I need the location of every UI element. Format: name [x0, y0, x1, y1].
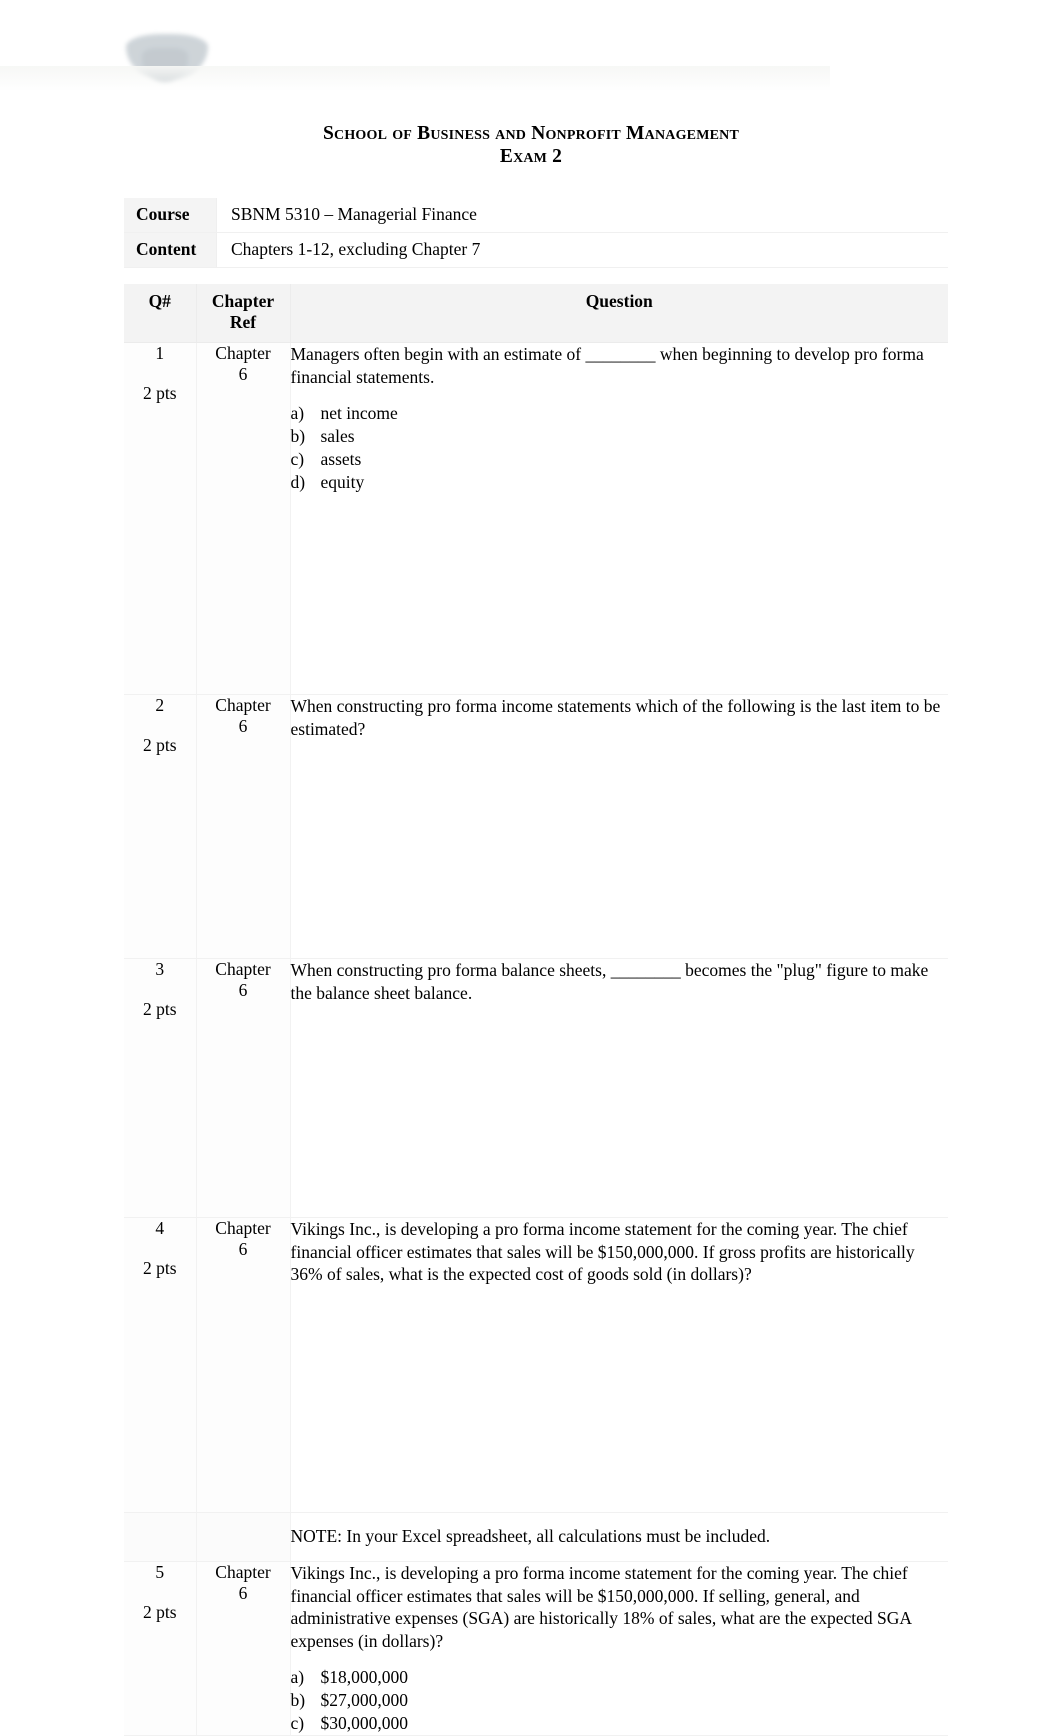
table-row: 32 pts Chapter 6 When constructing pro form… — [124, 958, 949, 1218]
question-points: 2 pts — [142, 999, 177, 1020]
option-marker: c) — [290, 1713, 305, 1734]
chapter-ref-line2: 6 — [238, 364, 248, 384]
cell-question-body: When constructing pro forma income state… — [290, 694, 949, 960]
cell-question-number: 2 2 pts — [124, 694, 197, 960]
header-question-number: Q# — [124, 284, 197, 343]
content-label: Content — [124, 232, 217, 268]
question-text: When constructing pro forma balance shee… — [290, 960, 929, 1004]
table-header-row: Q# Chapter Ref Question — [124, 284, 948, 343]
answer-space — [291, 1005, 949, 1217]
option-marker: a) — [290, 1666, 305, 1687]
chapter-ref-line1: Chapter — [215, 1561, 271, 1582]
option-text: assets — [320, 448, 362, 469]
answer-option[interactable]: a) $18,000,000 — [291, 1666, 949, 1689]
cell-question-number: 5 2 pts — [124, 1561, 197, 1736]
cell-question-number — [124, 1512, 197, 1562]
cell-chapter-ref: Chapter 6 — [196, 1217, 291, 1514]
option-marker: d) — [290, 471, 306, 492]
table-row: 12 pts Chapter 6 Managers often begin with … — [124, 342, 949, 695]
cell-question-number: 4 2 pts — [124, 1217, 197, 1514]
option-text: net income — [320, 402, 398, 423]
question-text: Vikings Inc., is developing a pro forma … — [290, 1218, 915, 1285]
question-text: NOTE: In your Excel spreadsheet, all cal… — [290, 1526, 771, 1547]
table-row: 52 pts Chapter 6 Vikings Inc., is developin… — [124, 1561, 949, 1736]
cell-question-body: When constructing pro forma balance shee… — [290, 958, 949, 1218]
chapter-ref-line2: 6 — [238, 1582, 248, 1603]
course-value: SBNM 5310 – Managerial Finance — [216, 198, 948, 233]
cell-chapter-ref: Chapter 6 — [196, 958, 291, 1218]
info-row-content: Content Chapters 1-12, excluding Chapter… — [124, 232, 948, 268]
questions-table: Q# Chapter Ref Question 12 pts Chapter 6 Ma… — [124, 284, 948, 1736]
chapter-ref-line1: Chapter — [215, 694, 271, 715]
question-points: 2 pts — [142, 734, 177, 755]
cell-question-body: Vikings Inc., is developing a pro forma … — [290, 1561, 949, 1736]
chapter-ref-line1: Chapter — [215, 1217, 271, 1238]
answer-space — [291, 740, 949, 958]
question-points: 2 pts — [142, 1601, 177, 1622]
answer-options: a) $18,000,000 b) $27,000,000 c) $30,000,000 — [291, 1666, 949, 1735]
info-row-course: Course SBNM 5310 – Managerial Finance — [124, 198, 948, 233]
question-number: 5 — [155, 1561, 165, 1582]
chapter-ref-line2: 6 — [238, 715, 248, 736]
table-row: 22 pts Chapter 6 When constructing pro form… — [124, 694, 949, 960]
chapter-ref-line1: Chapter — [215, 343, 271, 363]
cell-chapter-ref: Chapter 6 — [196, 342, 291, 695]
question-text: Managers often begin with an estimate of… — [290, 344, 924, 387]
exam-info-table: Course SBNM 5310 – Managerial Finance Co… — [124, 198, 948, 268]
note-row: NOTE: In your Excel spreadsheet, all cal… — [124, 1512, 948, 1562]
table-row: 42 pts Chapter 6 Vikings Inc., is developin… — [124, 1217, 949, 1514]
answer-option[interactable]: c) $30,000,000 — [291, 1712, 949, 1735]
cell-question-body: Vikings Inc., is developing a pro forma … — [290, 1217, 949, 1514]
option-marker: a) — [290, 402, 305, 423]
option-marker: c) — [290, 448, 305, 469]
cell-question-number: 1 2 pts — [124, 342, 197, 695]
question-number: 3 — [155, 959, 165, 980]
question-points: 2 pts — [142, 1257, 177, 1278]
question-text: Vikings Inc., is developing a pro forma … — [290, 1562, 912, 1652]
chapter-ref-line2: 6 — [238, 1238, 248, 1259]
answer-space — [291, 1286, 949, 1512]
chapter-ref-line2: 6 — [238, 980, 248, 1001]
answer-option[interactable]: d) equity — [291, 471, 949, 494]
chapter-ref-line1: Chapter — [215, 959, 271, 980]
option-text: $27,000,000 — [320, 1689, 409, 1710]
option-marker: b) — [290, 425, 306, 446]
cell-question-body: NOTE: In your Excel spreadsheet, all cal… — [290, 1512, 948, 1562]
question-number: 2 — [155, 694, 165, 715]
cell-chapter-ref: Chapter 6 — [196, 1561, 291, 1736]
answer-option[interactable]: c) assets — [291, 448, 949, 471]
question-number: 4 — [155, 1217, 165, 1238]
header-band — [0, 66, 830, 90]
header-chapter-ref-line1: Chapter — [211, 291, 275, 311]
page-title: School of Business and Nonprofit Managem… — [322, 123, 740, 144]
question-text: When constructing pro forma income state… — [290, 695, 941, 739]
header-chapter-ref-line2: Ref — [229, 312, 257, 332]
option-text: $18,000,000 — [320, 1666, 409, 1687]
answer-option[interactable]: b) sales — [291, 425, 949, 448]
header-question: Question — [290, 284, 948, 343]
cell-chapter-ref — [196, 1512, 291, 1562]
answer-option[interactable]: a) net income — [291, 402, 949, 425]
answer-option[interactable]: b) $27,000,000 — [291, 1689, 949, 1712]
page-subtitle: Exam 2 — [499, 146, 563, 167]
answer-options: a) net income b) sales c) assets d) equity — [291, 402, 949, 494]
cell-chapter-ref: Chapter 6 — [196, 694, 291, 960]
cell-question-number: 3 2 pts — [124, 958, 197, 1218]
answer-space — [291, 494, 949, 694]
option-text: sales — [320, 425, 355, 446]
question-number: 1 — [155, 343, 165, 363]
option-text: $30,000,000 — [320, 1713, 409, 1734]
option-marker: b) — [290, 1689, 306, 1710]
question-points: 2 pts — [142, 383, 177, 403]
option-text: equity — [320, 471, 365, 492]
header-chapter-ref: Chapter Ref — [196, 284, 291, 343]
course-label: Course — [124, 198, 217, 233]
content-value: Chapters 1-12, excluding Chapter 7 — [216, 232, 948, 268]
cell-question-body: Managers often begin with an estimate of… — [290, 342, 949, 695]
